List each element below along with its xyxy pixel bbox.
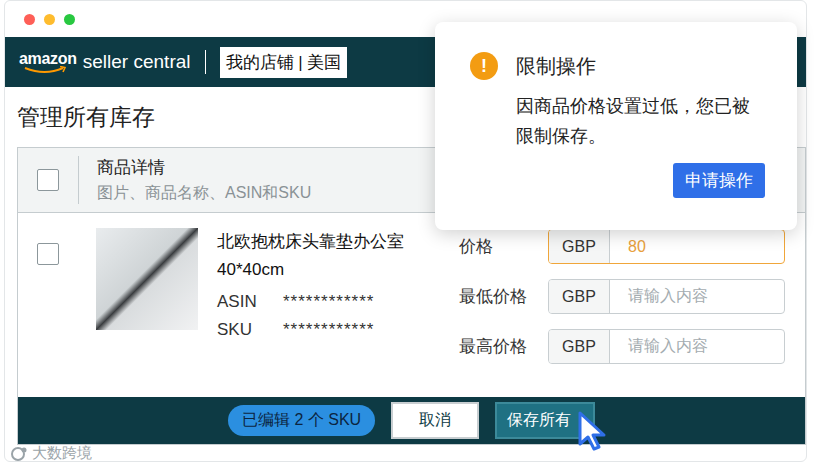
watermark: 大数跨境 (10, 444, 92, 463)
sku-line: SKU************ (217, 320, 439, 340)
watermark-logo-icon (10, 446, 28, 462)
warning-icon: ! (470, 52, 498, 80)
select-all-checkbox[interactable] (37, 169, 59, 191)
watermark-text: 大数跨境 (32, 444, 92, 463)
divider (205, 50, 206, 74)
price-label: 最高价格 (459, 335, 548, 358)
price-input[interactable]: GBP 请输入内容 (548, 329, 785, 364)
input-placeholder: 请输入内容 (610, 330, 708, 363)
price-row: 价格 GBP 80 (459, 229, 785, 264)
price-label: 价格 (459, 235, 548, 258)
store-selector[interactable]: 我的店铺 | 美国 (220, 47, 348, 78)
edited-count-badge: 已编辑 2 个 SKU (228, 405, 375, 436)
currency-prefix: GBP (549, 330, 610, 363)
logo-brand: amazon (19, 51, 77, 67)
close-dot[interactable] (24, 14, 35, 25)
column-header: 商品详情 图片、商品名称、ASIN和SKU (79, 148, 329, 212)
input-placeholder: 请输入内容 (610, 280, 708, 313)
maximize-dot[interactable] (64, 14, 75, 25)
popup-message: 因商品价格设置过低，您已被限制保存。 (516, 92, 766, 151)
cursor-icon (577, 410, 611, 452)
price-input[interactable]: GBP 80 (548, 229, 785, 264)
screen: amazon seller central 我的店铺 | 美国 管理所有库存 商… (0, 0, 826, 467)
popup-title: 限制操作 (516, 53, 596, 80)
request-button[interactable]: 申请操作 (673, 163, 765, 198)
price-label: 最低价格 (459, 285, 548, 308)
table-row: 北欧抱枕床头靠垫办公室 40*40cm ASIN************ SKU… (18, 213, 805, 397)
column-subtitle: 图片、商品名称、ASIN和SKU (97, 183, 311, 204)
product-info: 北欧抱枕床头靠垫办公室 40*40cm ASIN************ SKU… (217, 228, 439, 340)
restriction-popup: ! 限制操作 因商品价格设置过低，您已被限制保存。 申请操作 (435, 22, 797, 230)
product-image (96, 228, 198, 330)
action-bar: 已编辑 2 个 SKU 取消 保存所有 (18, 397, 805, 444)
price-input[interactable]: GBP 请输入内容 (548, 279, 785, 314)
product-name[interactable]: 北欧抱枕床头靠垫办公室 40*40cm (217, 228, 429, 284)
currency-prefix: GBP (549, 280, 610, 313)
smile-icon (23, 66, 69, 74)
price-row: 最高价格 GBP 请输入内容 (459, 329, 785, 364)
currency-prefix: GBP (549, 230, 610, 263)
price-row: 最低价格 GBP 请输入内容 (459, 279, 785, 314)
logo-product: seller central (83, 51, 191, 73)
logo[interactable]: amazon seller central (19, 51, 191, 74)
column-title: 商品详情 (97, 156, 311, 179)
price-fields: 价格 GBP 80最低价格 GBP 请输入内容最高价格 GBP 请输入内容 (459, 228, 785, 364)
minimize-dot[interactable] (44, 14, 55, 25)
cancel-button[interactable]: 取消 (391, 402, 479, 439)
asin-line: ASIN************ (217, 292, 439, 312)
row-checkbox[interactable] (37, 243, 59, 265)
input-value: 80 (610, 230, 646, 263)
